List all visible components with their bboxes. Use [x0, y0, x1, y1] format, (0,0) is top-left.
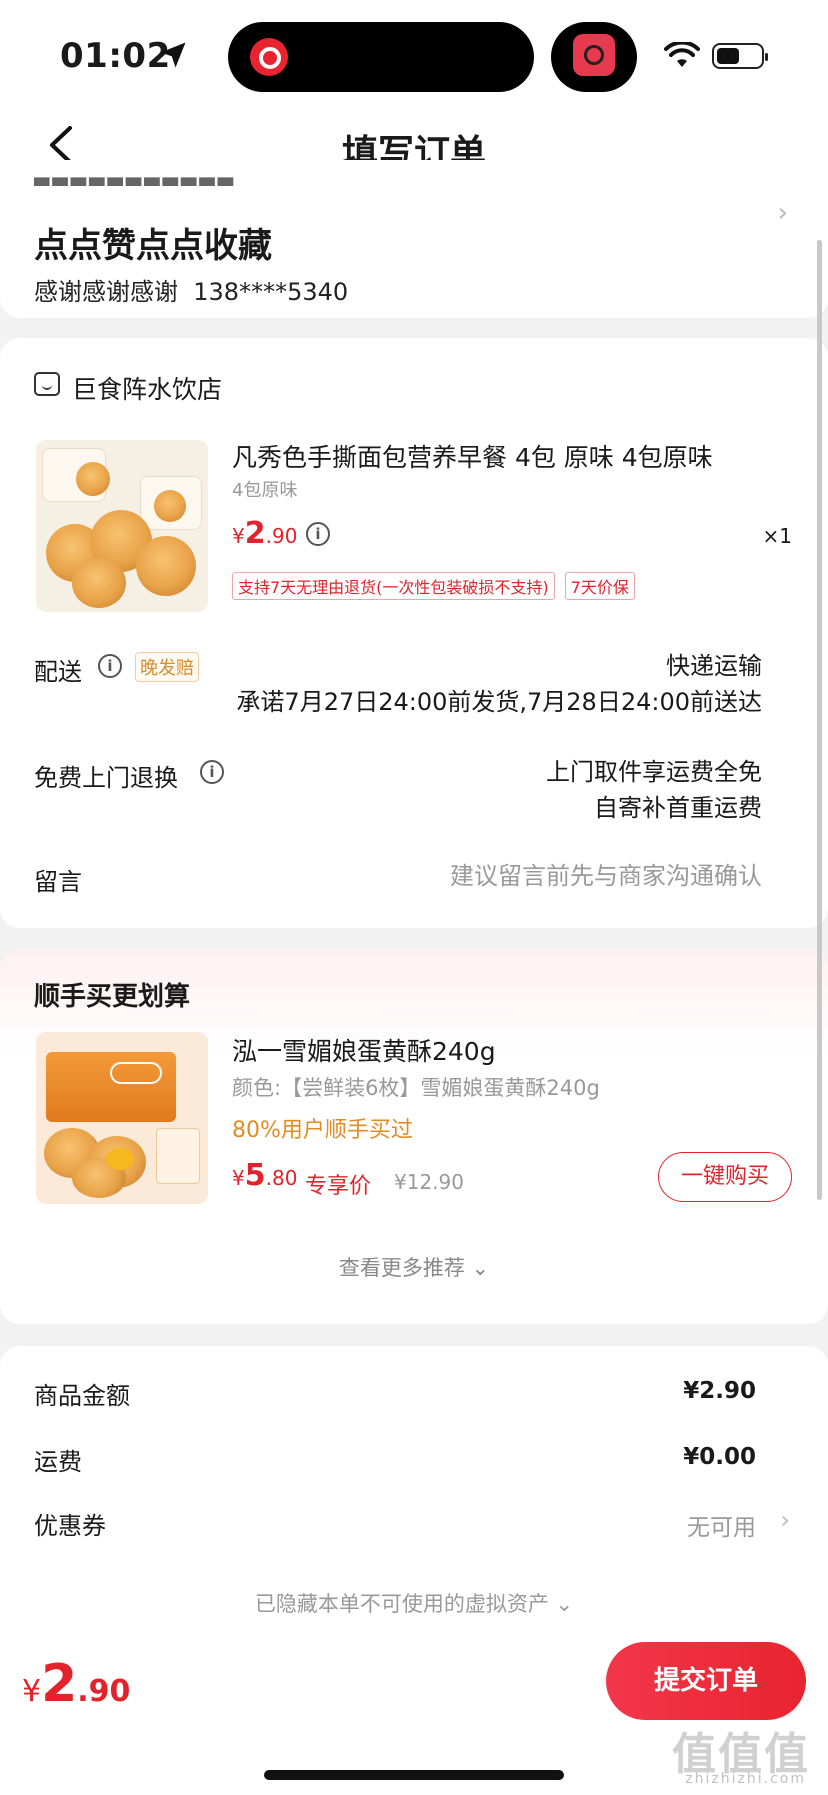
price-symbol: ¥: [232, 524, 245, 548]
delivery-promise: 承诺7月27日24:00前发货,7月28日24:00前送达: [236, 688, 762, 716]
wifi-icon: [664, 42, 700, 67]
shipping-value: ¥0.00: [683, 1444, 756, 1470]
recommend-product-spec: 颜色:【尝鲜装6枚】雪媚娘蛋黄酥240g: [232, 1076, 600, 1100]
music-app-icon: [250, 38, 288, 76]
summary-card: 商品金额 ¥2.90 运费 ¥0.00 优惠券 无可用 › 已隐藏本单不可使用的…: [0, 1346, 828, 1666]
contact-name: 感谢感谢感谢: [34, 278, 178, 306]
product-title[interactable]: 凡秀色手撕面包营养早餐 4包 原味 4包原味: [232, 438, 713, 474]
battery-icon: [712, 43, 768, 69]
price-info-icon[interactable]: i: [306, 522, 330, 546]
goods-amount-value: ¥2.90: [683, 1378, 756, 1404]
total-symbol: ¥: [22, 1674, 42, 1709]
original-price: ¥12.90: [394, 1170, 464, 1194]
coupon-value[interactable]: 无可用: [687, 1508, 756, 1542]
price-int: 5: [244, 1158, 266, 1193]
address-card[interactable]: ▇▇▇▇▇▇▇▇▇▇▇ 点点赞点点收藏 感谢感谢感谢 138****5340 ›: [0, 160, 828, 318]
shipping-label: 运费: [34, 1448, 82, 1476]
location-arrow-icon: [160, 42, 186, 68]
home-indicator[interactable]: [264, 1770, 564, 1780]
recommend-card: 顺手买更划算 泓一雪媚娘蛋黄酥240g 颜色:【尝鲜装6枚】雪媚娘蛋黄酥240g…: [0, 950, 828, 1324]
recording-app-icon: [573, 34, 615, 76]
hidden-assets-toggle[interactable]: 已隐藏本单不可使用的虚拟资产 ⌄: [0, 1588, 828, 1618]
product-price: ¥2.90: [232, 516, 297, 551]
chevron-right-icon: ›: [777, 198, 788, 228]
scrollbar[interactable]: [817, 240, 822, 1200]
shop-icon: [34, 372, 60, 396]
watermark-url: zhizhizhi.com: [685, 1771, 806, 1787]
goods-amount-label: 商品金额: [34, 1382, 130, 1410]
price-symbol: ¥: [232, 1166, 245, 1190]
delivery-label: 配送: [34, 658, 82, 686]
product-quantity: ×1: [762, 524, 792, 548]
recommend-product-image[interactable]: [36, 1032, 208, 1204]
total-int: 2: [41, 1654, 78, 1714]
order-card: 巨食阵水饮店 凡秀色手撕面包营养早餐 4包 原味 4包原味 4包原味 ¥2.90…: [0, 338, 828, 928]
price-int: 2: [244, 516, 266, 551]
contact-phone: 138****5340: [193, 278, 349, 306]
chevron-right-icon: ›: [780, 1506, 790, 1534]
recommend-hint: 80%用户顺手买过: [232, 1118, 413, 1143]
coupon-label: 优惠券: [34, 1512, 106, 1540]
product-spec: 4包原味: [232, 480, 298, 501]
address-detail-cut: ▇▇▇▇▇▇▇▇▇▇▇: [34, 174, 237, 186]
tag-return: 支持7天无理由退货(一次性包装破损不支持): [232, 572, 555, 600]
message-input[interactable]: 建议留言前先与商家沟通确认: [450, 858, 762, 894]
tag-price-protect: 7天价保: [564, 572, 635, 600]
return-line2: 自寄补首重运费: [594, 794, 762, 822]
delivery-method: 快递运输: [666, 652, 762, 680]
message-label: 留言: [34, 868, 82, 896]
total-price: ¥2.90: [22, 1654, 130, 1714]
price-dec: .80: [265, 1166, 298, 1190]
price-dec: .90: [265, 524, 298, 548]
recommend-product-title[interactable]: 泓一雪媚娘蛋黄酥240g: [232, 1032, 496, 1068]
address-contact: 感谢感谢感谢 138****5340: [34, 272, 348, 307]
total-dec: .90: [77, 1674, 131, 1709]
delivery-info-icon[interactable]: i: [98, 654, 122, 678]
return-line1: 上门取件享运费全免: [546, 758, 762, 786]
product-image[interactable]: [36, 440, 208, 612]
submit-order-button[interactable]: 提交订单: [606, 1642, 806, 1720]
exclusive-price-label: 专享价: [305, 1174, 372, 1199]
recommend-title: 顺手买更划算: [34, 982, 191, 1012]
status-bar: 01:02: [0, 0, 828, 104]
one-click-buy-button[interactable]: 一键购买: [658, 1152, 792, 1202]
status-time: 01:02: [60, 36, 171, 76]
return-label: 免费上门退换: [34, 764, 178, 792]
shop-name[interactable]: 巨食阵水饮店: [72, 370, 222, 406]
see-more-recommend[interactable]: 查看更多推荐 ⌄: [0, 1252, 828, 1282]
return-detail: 上门取件享运费全免 自寄补首重运费: [546, 754, 762, 826]
return-info-icon[interactable]: i: [200, 760, 224, 784]
address-name: 点点赞点点收藏: [34, 226, 272, 266]
delivery-detail: 快递运输 承诺7月27日24:00前发货,7月28日24:00前送达: [236, 648, 762, 720]
product-tags: 支持7天无理由退货(一次性包装破损不支持) 7天价保: [232, 572, 635, 600]
recommend-price: ¥5.80: [232, 1158, 297, 1193]
bottom-bar: ¥2.90 提交订单 值值值 zhizhizhi.com: [0, 1626, 828, 1795]
late-compensation-badge: 晚发赔: [135, 652, 199, 682]
